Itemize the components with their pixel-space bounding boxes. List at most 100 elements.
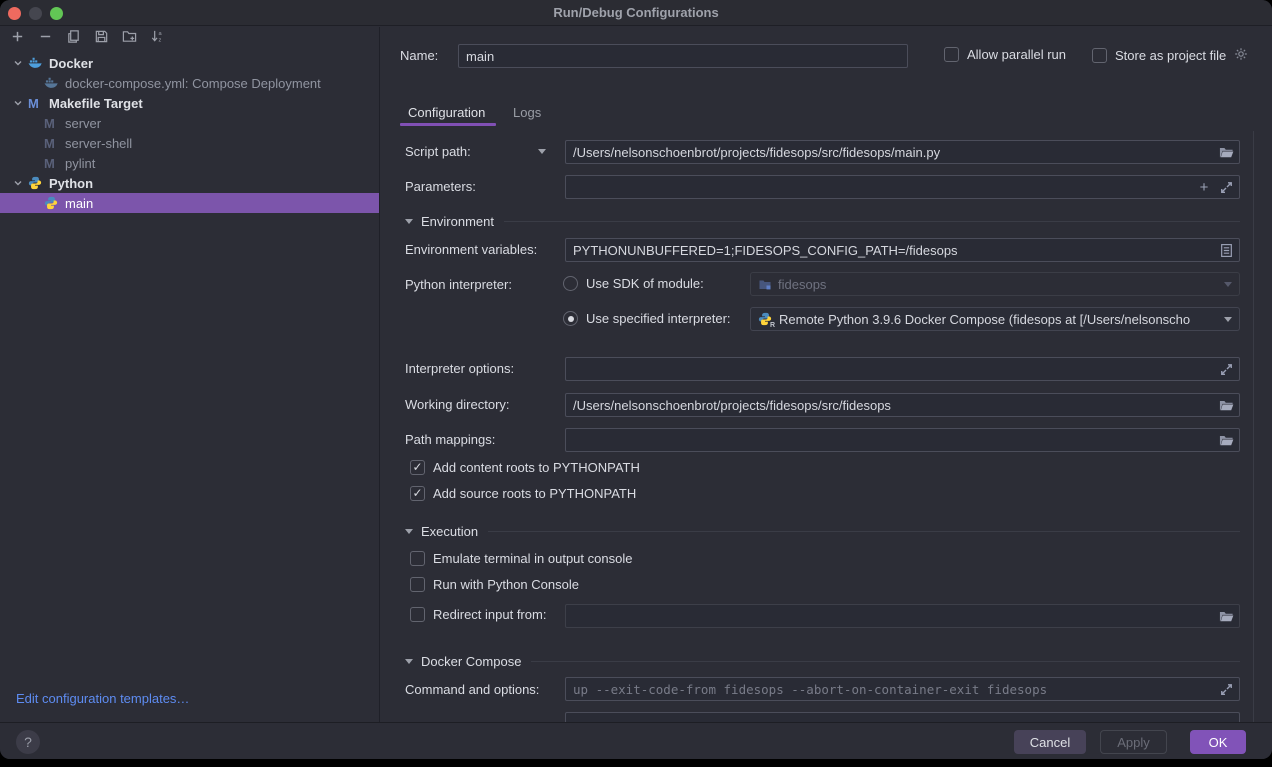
tab-configuration[interactable]: Configuration [408,105,485,120]
copy-configuration-button[interactable] [65,31,82,48]
allow-parallel-run-checkbox[interactable]: ✓ Allow parallel run [944,47,1066,62]
docker-compose-section-header[interactable]: Docker Compose [405,654,1240,669]
add-content-roots-label: Add content roots to PYTHONPATH [433,460,640,475]
add-source-roots-checkbox[interactable]: ✓ Add source roots to PYTHONPATH [410,486,636,501]
environment-variables-label: Environment variables: [405,242,537,257]
environment-variables-input[interactable] [565,238,1240,262]
chevron-down-icon[interactable] [538,149,546,154]
folder-icon[interactable] [1218,144,1234,160]
environment-section-label: Environment [421,214,494,229]
specified-interpreter-combobox[interactable]: R Remote Python 3.9.6 Docker Compose (fi… [750,307,1240,331]
ok-button[interactable]: OK [1190,730,1246,754]
folder-icon[interactable] [1218,432,1234,448]
name-input[interactable] [458,44,908,68]
sort-configurations-button[interactable]: az [149,31,166,48]
add-content-roots-checkbox[interactable]: ✓ Add content roots to PYTHONPATH [410,460,640,475]
svg-text:a: a [158,31,162,37]
chevron-down-icon[interactable] [8,58,28,68]
help-button[interactable]: ? [16,730,40,754]
collapse-triangle-icon [405,529,413,534]
save-configuration-button[interactable] [93,31,110,48]
add-source-roots-label: Add source roots to PYTHONPATH [433,486,636,501]
use-sdk-of-module-label: Use SDK of module: [586,276,704,291]
python-remote-icon: R [758,312,773,327]
dialog-footer: ? Cancel Apply OK [0,722,1272,759]
tree-item-label: pylint [65,156,95,171]
makefile-icon: M [28,96,45,111]
tree-item-makefile-target[interactable]: MMakefile Target [0,93,379,113]
docker-dim-icon [44,76,61,91]
remove-icon [38,29,53,49]
interpreter-options-input[interactable] [565,357,1240,381]
tree-item-python[interactable]: Python [0,173,379,193]
use-specified-interpreter-label: Use specified interpreter: [586,311,731,326]
gear-icon[interactable] [1234,47,1248,64]
checkbox-box: ✓ [410,460,425,475]
redirect-input-checkbox[interactable]: ✓ Redirect input from: [410,607,546,622]
collapse-triangle-icon [405,659,413,664]
checkbox-box: ✓ [410,486,425,501]
parameters-input[interactable] [565,175,1240,199]
use-sdk-of-module-radio[interactable]: Use SDK of module: [563,276,704,291]
checkbox-box: ✓ [410,577,425,592]
redirect-input-file-input[interactable] [565,604,1240,628]
tree-item-label: docker-compose.yml: Compose Deployment [65,76,321,91]
script-path-label: Script path: [405,144,471,159]
cancel-button[interactable]: Cancel [1014,730,1086,754]
specified-interpreter-value: Remote Python 3.9.6 Docker Compose (fide… [779,312,1218,327]
execution-section-header[interactable]: Execution [405,524,1240,539]
chevron-down-icon[interactable] [8,98,28,108]
store-as-project-file-checkbox[interactable]: ✓ Store as project file [1092,47,1248,64]
chevron-down-icon[interactable] [8,178,28,188]
sdk-module-value: fidesops [778,277,1218,292]
expand-icon[interactable] [1218,179,1234,195]
script-path-input[interactable] [565,140,1240,164]
module-icon [758,277,772,291]
section-rule [488,531,1240,532]
command-and-options-input[interactable] [565,677,1240,701]
tree-item-pylint[interactable]: Mpylint [0,153,379,173]
list-icon[interactable] [1218,242,1234,258]
expand-icon[interactable] [1218,361,1234,377]
sidebar-toolbar: az [0,27,379,51]
allow-parallel-run-label: Allow parallel run [967,47,1066,62]
folder-icon[interactable] [1218,608,1234,624]
remove-configuration-button[interactable] [37,31,54,48]
emulate-terminal-checkbox[interactable]: ✓ Emulate terminal in output console [410,551,632,566]
use-specified-interpreter-radio[interactable]: Use specified interpreter: [563,311,731,326]
makefile-dim-icon: M [44,136,61,151]
folder-icon[interactable] [1218,397,1234,413]
path-mappings-input[interactable] [565,428,1240,452]
chevron-down-icon [1224,282,1232,287]
add-configuration-button[interactable] [9,31,26,48]
radio-circle [563,311,578,326]
tree-item-server[interactable]: Mserver [0,113,379,133]
environment-section-header[interactable]: Environment [405,214,1240,229]
tree-item-label: Docker [49,56,93,71]
tree-item-docker-compose-yml-compose-deployment[interactable]: docker-compose.yml: Compose Deployment [0,73,379,93]
new-folder-button[interactable] [121,31,138,48]
working-directory-input[interactable] [565,393,1240,417]
edit-configuration-templates-link[interactable]: Edit configuration templates… [16,691,189,706]
store-as-project-file-label: Store as project file [1115,48,1226,63]
tab-logs[interactable]: Logs [513,105,541,120]
tree-item-server-shell[interactable]: Mserver-shell [0,133,379,153]
working-directory-label: Working directory: [405,397,510,412]
expand-icon[interactable] [1218,681,1234,697]
redirect-input-label: Redirect input from: [433,607,546,622]
clipped-field [565,712,1240,722]
window-title: Run/Debug Configurations [0,5,1272,20]
tree-item-docker[interactable]: Docker [0,53,379,73]
tree-item-main[interactable]: main [0,193,379,213]
copy-icon [66,29,81,49]
plus-icon[interactable]: + [1196,179,1212,195]
run-debug-configurations-dialog: Run/Debug Configurations az Docker docker… [0,0,1272,759]
python-icon [28,176,45,191]
title-bar: Run/Debug Configurations [0,0,1272,26]
apply-button[interactable]: Apply [1100,730,1167,754]
run-with-python-console-checkbox[interactable]: ✓ Run with Python Console [410,577,579,592]
new-folder-icon [122,29,137,49]
name-label: Name: [400,48,438,63]
interpreter-options-label: Interpreter options: [405,361,514,376]
sdk-module-combobox[interactable]: fidesops [750,272,1240,296]
